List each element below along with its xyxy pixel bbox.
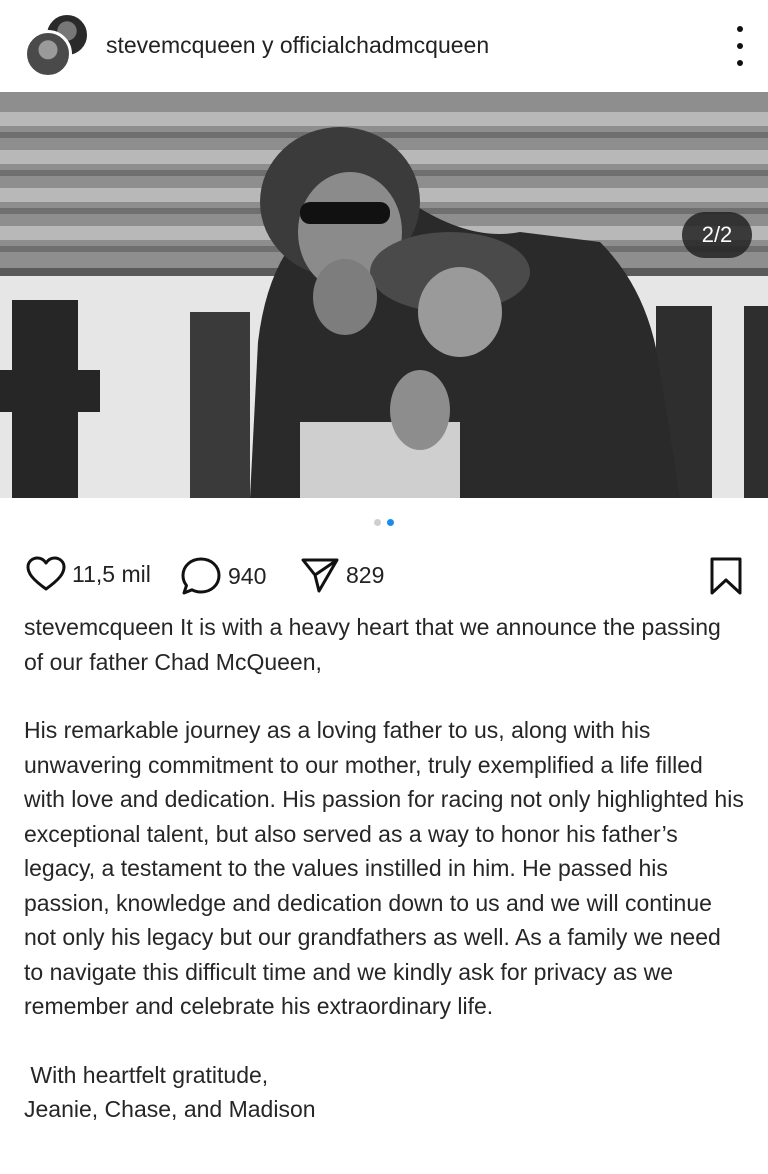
photo-illustration — [0, 92, 768, 498]
carousel-dot-1[interactable] — [374, 518, 381, 526]
caption-signature: Jeanie, Chase, and Madison — [24, 1096, 316, 1122]
comments-count[interactable]: 940 — [228, 563, 266, 590]
caption-paragraph: His remarkable journey as a loving fathe… — [24, 717, 744, 1019]
post-caption: stevemcqueen It is with a heavy heart th… — [0, 610, 768, 1127]
heart-icon — [26, 556, 66, 591]
post-header: stevemcqueen y officialchadmcqueen — [0, 0, 768, 92]
slide-counter: 2/2 — [682, 212, 752, 258]
likes-count[interactable]: 11,5 mil — [72, 561, 151, 588]
avatar-stevemcqueen[interactable] — [24, 30, 72, 78]
more-vertical-icon[interactable] — [734, 26, 746, 66]
avatar-stack[interactable] — [24, 12, 90, 78]
send-icon — [301, 558, 339, 593]
caption-signoff: With heartfelt gratitude, — [24, 1061, 269, 1088]
caption-username[interactable]: stevemcqueen — [24, 614, 174, 640]
comment-icon — [181, 557, 221, 595]
bookmark-button[interactable] — [708, 556, 744, 596]
carousel-dot-2-active[interactable] — [387, 518, 394, 526]
action-bar: 11,5 mil 940 829 — [0, 546, 768, 610]
caption-intro: stevemcqueen It is with a heavy heart th… — [24, 610, 744, 679]
post-photo[interactable]: 2/2 — [0, 92, 768, 498]
bookmark-icon — [710, 557, 742, 595]
carousel-dots — [0, 498, 768, 546]
share-button[interactable]: 829 — [300, 556, 384, 594]
shares-count[interactable]: 829 — [346, 562, 384, 589]
comment-button[interactable]: 940 — [180, 556, 266, 596]
post-usernames[interactable]: stevemcqueen y officialchadmcqueen — [106, 32, 489, 59]
like-button[interactable]: 11,5 mil — [26, 556, 151, 592]
